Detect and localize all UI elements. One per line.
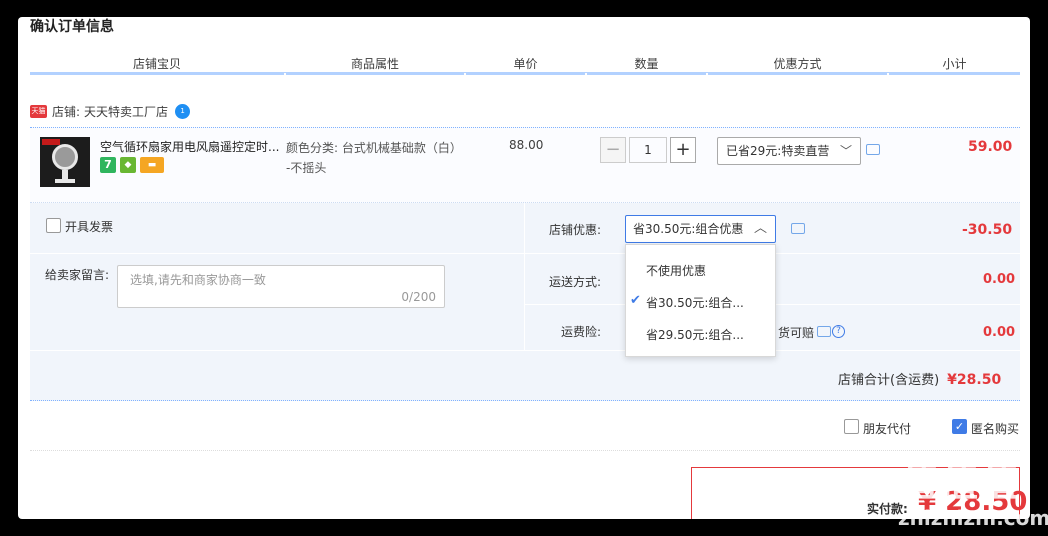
store-discount-value: 省30.50元:组合优惠	[633, 222, 744, 236]
anonymous-label: 匿名购买	[971, 422, 1020, 436]
shop-total-label: 店铺合计(含运费)	[838, 373, 940, 388]
shop-total: 店铺合计(含运费) ¥28.50	[838, 369, 1001, 388]
table-header: 店铺宝贝 商品属性 单价 数量 优惠方式 小计	[30, 53, 1020, 76]
store-discount-amount: -30.50	[962, 222, 1013, 238]
memo-placeholder: 选填,请先和商家协商一致	[130, 273, 266, 287]
column-header-attributes: 商品属性	[350, 57, 399, 71]
tmall-icon: 天猫	[30, 105, 47, 118]
message-icon[interactable]	[791, 223, 805, 234]
quantity-stepper: − 1 +	[600, 137, 696, 165]
invoice-checkbox[interactable]	[46, 218, 61, 233]
message-icon[interactable]	[866, 144, 880, 155]
watermark-url: zhizhizhi.com	[898, 506, 1048, 530]
watermark-logo: 值值值	[900, 461, 1021, 505]
product-thumbnail[interactable]	[40, 137, 90, 187]
friend-pay-checkbox[interactable]	[844, 419, 859, 434]
column-header-quantity: 数量	[634, 57, 659, 71]
shop-line: 天猫 店铺: 天天特卖工厂店 1	[30, 103, 191, 120]
product-name[interactable]: 空气循环扇家用电风扇遥控定时...	[100, 138, 279, 155]
product-attributes: 颜色分类: 台式机械基础款（白） -不摇头	[286, 138, 462, 178]
checkmark-icon: ✔	[630, 293, 641, 308]
item-subtotal: 59.00	[968, 139, 1013, 155]
divider	[30, 350, 1020, 351]
attribute-color: 颜色分类: 台式机械基础款（白）	[286, 141, 462, 155]
chevron-down-icon: ﹀	[839, 144, 852, 158]
unit-price: 88.00	[509, 138, 544, 152]
page-title: 确认订单信息	[30, 19, 114, 35]
memo-textarea[interactable]: 选填,请先和商家协商一致 0/200	[117, 265, 445, 308]
quantity-decrease-button[interactable]: −	[600, 137, 626, 163]
column-header-price: 单价	[513, 57, 538, 71]
quantity-increase-button[interactable]: +	[670, 137, 696, 163]
shipping-amount: 0.00	[983, 272, 1016, 287]
discount-option[interactable]: 省29.50元:组合...	[646, 326, 744, 343]
divider	[524, 203, 525, 351]
shipping-label: 运送方式:	[549, 275, 602, 289]
shop-label: 店铺:	[52, 105, 81, 119]
item-discount-select[interactable]: 已省29元:特卖直营 ﹀	[717, 137, 861, 165]
seven-day-return-icon[interactable]: 7	[100, 157, 116, 173]
invoice-label: 开具发票	[65, 220, 114, 234]
item-discount-value: 已省29元:特卖直营	[726, 144, 830, 158]
order-confirm-card: 确认订单信息 店铺宝贝 商品属性 单价 数量 优惠方式 小计 天猫 店铺: 天天…	[18, 17, 1030, 519]
discount-option-selected[interactable]: 省30.50元:组合...	[646, 294, 744, 311]
message-icon[interactable]	[817, 326, 831, 337]
anonymous-checkbox[interactable]: ✓	[952, 419, 967, 434]
insurance-amount: 0.00	[983, 325, 1016, 340]
insurance-label: 运费险:	[561, 325, 602, 339]
column-header-subtotal: 小计	[942, 57, 967, 71]
quantity-input[interactable]: 1	[629, 137, 667, 163]
store-discount-select[interactable]: 省30.50元:组合优惠 ︿	[625, 215, 776, 243]
chevron-up-icon: ︿	[753, 221, 767, 236]
column-header-item: 店铺宝贝	[132, 57, 181, 71]
card-payment-icon[interactable]: ▬	[140, 157, 164, 173]
shop-total-amount: ¥28.50	[947, 372, 1002, 388]
discount-option[interactable]: 不使用优惠	[646, 262, 706, 279]
shop-name[interactable]: 天天特卖工厂店	[84, 103, 168, 120]
guarantee-icon[interactable]: ◆	[120, 157, 136, 173]
insurance-text: 货可赔	[778, 326, 815, 340]
friend-pay-label: 朋友代付	[863, 422, 912, 436]
store-discount-label: 店铺优惠:	[549, 223, 602, 237]
wangwang-chat-icon[interactable]: 1	[175, 104, 191, 119]
memo-label: 给卖家留言:	[45, 268, 110, 282]
divider	[30, 253, 524, 254]
memo-counter: 0/200	[401, 290, 436, 304]
column-header-discount: 优惠方式	[773, 57, 822, 71]
attribute-option: -不摇头	[286, 161, 327, 175]
help-icon[interactable]: ?	[832, 325, 845, 338]
store-discount-menu: 不使用优惠 ✔ 省30.50元:组合... 省29.50元:组合...	[625, 244, 776, 357]
